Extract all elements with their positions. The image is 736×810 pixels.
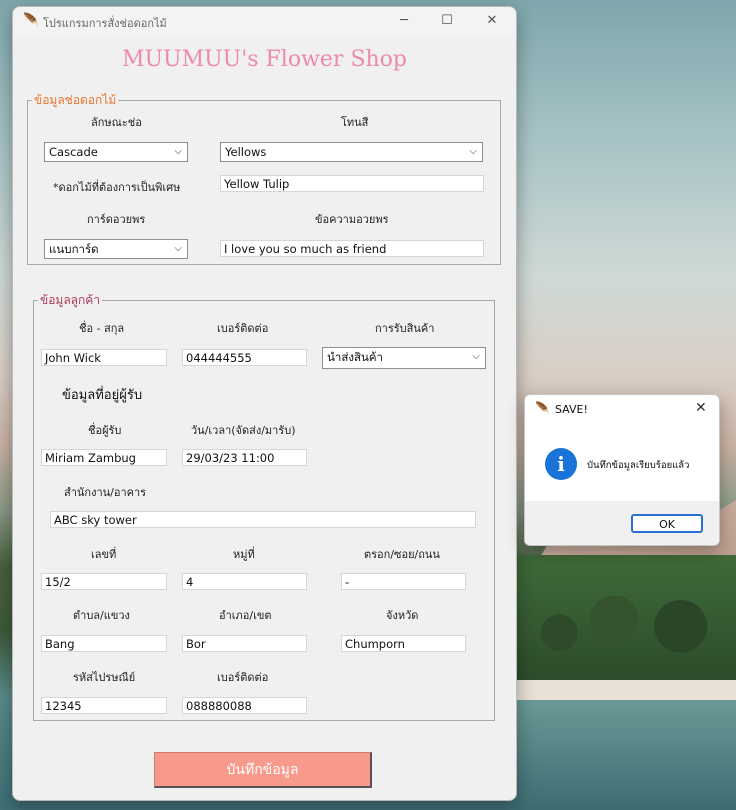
chevron-down-icon[interactable]: ⌵	[472, 348, 480, 366]
window-title: โปรแกรมการสั่งช่อดอกไม้	[43, 17, 167, 30]
phone-input[interactable]: 044444555	[182, 349, 307, 366]
minimize-button[interactable]: ─	[393, 12, 415, 30]
office-input[interactable]: ABC sky tower	[50, 511, 476, 528]
title-bar[interactable]: 🪶 โปรแกรมการสั่งช่อดอกไม้ ─ ☐ ✕	[13, 7, 516, 35]
message-input[interactable]: I love you so much as friend	[220, 240, 484, 257]
district-input[interactable]: Bor	[182, 635, 307, 652]
ok-button[interactable]: OK	[631, 514, 703, 533]
postcode-input[interactable]: 12345	[41, 697, 167, 714]
wallpaper-water	[515, 700, 736, 810]
receive-combobox[interactable]: นำส่งสินค้า ⌵	[322, 347, 486, 369]
tone-combobox[interactable]: Yellows ⌵	[220, 142, 483, 162]
dialog-message: บันทึกข้อมูลเรียบร้อยแล้ว	[587, 460, 690, 471]
shop-heading: MUUMUU's Flower Shop	[121, 47, 408, 72]
number-input[interactable]: 15/2	[41, 573, 167, 590]
dialog-close-button[interactable]: ✕	[695, 400, 707, 416]
tone-value: Yellows	[225, 145, 267, 159]
card-combobox[interactable]: แนบการ์ด ⌵	[44, 239, 188, 259]
main-window: 🪶 โปรแกรมการสั่งช่อดอกไม้ ─ ☐ ✕ MUUMUU's…	[12, 6, 517, 801]
district-label: อำเภอ/เขต	[219, 609, 272, 622]
recipient-name-label: ชื่อผู้รับ	[88, 424, 122, 437]
recipient-heading: ข้อมูลที่อยู่ผู้รับ	[62, 388, 143, 403]
phone-label: เบอร์ติดต่อ	[217, 322, 269, 335]
subdistrict-input[interactable]: Bang	[41, 635, 167, 652]
office-label: สำนักงาน/อาคาร	[64, 486, 147, 499]
dialog-footer: OK	[525, 501, 719, 545]
alley-input[interactable]: -	[341, 573, 466, 590]
save-button[interactable]: บันทึกข้อมูล	[154, 752, 372, 788]
chevron-down-icon[interactable]: ⌵	[469, 143, 477, 161]
wallpaper-forest	[515, 555, 736, 685]
tone-label: โทนสี	[341, 116, 369, 129]
receive-label: การรับสินค้า	[375, 322, 435, 335]
style-combobox[interactable]: Cascade ⌵	[44, 142, 188, 162]
province-label: จังหวัด	[386, 609, 419, 622]
chevron-down-icon[interactable]: ⌵	[174, 143, 182, 161]
receive-value: นำส่งสินค้า	[327, 350, 383, 364]
number-label: เลขที่	[91, 548, 117, 561]
alley-label: ตรอก/ซอย/ถนน	[364, 548, 440, 561]
card-value: แนบการ์ด	[49, 242, 99, 256]
style-label: ลักษณะช่อ	[91, 116, 142, 129]
datetime-input[interactable]: 29/03/23 11:00	[182, 449, 307, 466]
special-flower-label: *ดอกไม้ที่ต้องการเป็นพิเศษ	[53, 181, 181, 194]
feather-icon: 🪶	[23, 13, 40, 28]
name-input[interactable]: John Wick	[41, 349, 167, 366]
postcode-label: รหัสไปรษณีย์	[73, 671, 136, 684]
close-button[interactable]: ✕	[481, 12, 503, 30]
recipient-name-input[interactable]: Miriam Zambug	[41, 449, 167, 466]
datetime-label: วัน/เวลา(จัดส่ง/มารับ)	[191, 424, 296, 437]
special-flower-input[interactable]: Yellow Tulip	[220, 175, 484, 192]
card-label: การ์ดอวยพร	[87, 213, 146, 226]
chevron-down-icon[interactable]: ⌵	[174, 240, 182, 258]
save-dialog: 🪶 SAVE! ✕ i บันทึกข้อมูลเรียบร้อยแล้ว OK	[524, 394, 720, 546]
moo-input[interactable]: 4	[182, 573, 307, 590]
info-icon: i	[545, 448, 577, 480]
style-value: Cascade	[49, 145, 98, 159]
wallpaper-beach	[515, 680, 736, 702]
moo-label: หมู่ที่	[233, 548, 255, 561]
message-label: ข้อความอวยพร	[315, 213, 389, 226]
name-label: ชื่อ - สกุล	[79, 322, 125, 335]
bouquet-legend: ข้อมูลช่อดอกไม้	[34, 93, 117, 107]
maximize-button[interactable]: ☐	[436, 12, 458, 30]
phone2-label: เบอร์ติดต่อ	[217, 671, 269, 684]
feather-icon: 🪶	[535, 401, 550, 415]
customer-legend: ข้อมูลลูกค้า	[40, 293, 101, 307]
subdistrict-label: ตำบล/แขวง	[73, 609, 130, 622]
dialog-title: SAVE!	[555, 403, 588, 416]
province-input[interactable]: Chumporn	[341, 635, 466, 652]
phone2-input[interactable]: 088880088	[182, 697, 307, 714]
